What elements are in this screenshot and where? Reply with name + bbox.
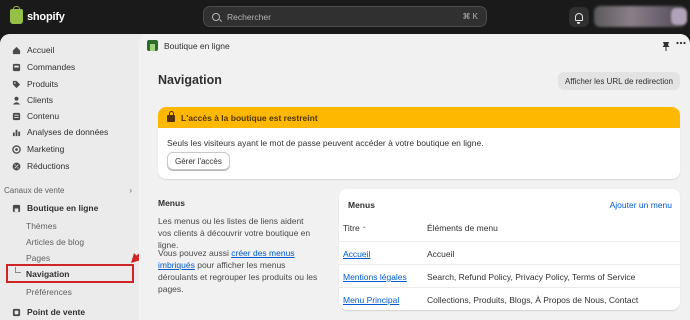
sort-icon: ⌃ xyxy=(361,227,367,233)
pos-icon xyxy=(12,308,21,317)
menu-title-link[interactable]: Menu Principal xyxy=(343,295,399,305)
search-input[interactable]: Rechercher ⌘ K xyxy=(203,6,487,27)
add-menu-link[interactable]: Ajouter un menu xyxy=(610,200,672,210)
menu-title-link[interactable]: Mentions légales xyxy=(343,272,407,282)
sidebar-item-label: Point de vente xyxy=(27,307,86,317)
menus-card-title: Menus xyxy=(348,200,375,210)
banner-header: L'accès à la boutique est restreint xyxy=(158,107,680,128)
store-icon xyxy=(12,204,21,213)
sidebar-item-label: Contenu xyxy=(27,111,60,121)
sidebar-item-analytics[interactable]: Analyses de données xyxy=(6,124,134,140)
top-bar: shopify Rechercher ⌘ K xyxy=(0,0,690,34)
menus-card: Menus Ajouter un menu Titre ⌃ Éléments de… xyxy=(339,189,680,310)
sidebar-item-discounts[interactable]: Réductions xyxy=(6,158,134,174)
brand-name: shopify xyxy=(27,10,65,23)
more-options-icon[interactable] xyxy=(676,38,686,51)
table-row[interactable]: Mentions légales Search, Refund Policy, … xyxy=(339,264,680,287)
note-text-start: Vous pouvez aussi xyxy=(158,248,232,258)
menus-section-note: Vous pouvez aussi créer des menus imbriq… xyxy=(158,247,318,295)
table-row[interactable]: Accueil Accueil xyxy=(339,241,680,264)
pin-icon[interactable] xyxy=(662,41,670,53)
manage-access-button[interactable]: Gérer l'accès xyxy=(167,152,230,170)
menus-section-title: Menus xyxy=(158,198,185,208)
sidebar-item-customers[interactable]: Clients xyxy=(6,92,134,108)
search-icon xyxy=(212,12,220,21)
search-placeholder: Rechercher xyxy=(227,11,271,22)
banner-text: Seuls les visiteurs ayant le mot de pass… xyxy=(167,138,484,148)
column-header-label: Titre xyxy=(343,223,360,233)
menu-items-cell: Search, Refund Policy, Privacy Policy, T… xyxy=(427,272,636,282)
sidebar-subitem-preferences[interactable]: Préférences xyxy=(26,284,72,299)
shopify-bag-icon xyxy=(10,6,23,24)
sidebar-item-point-of-sale[interactable]: Point de vente xyxy=(6,304,134,320)
inbox-icon xyxy=(12,63,21,72)
admin-panel: Accueil Commandes Produits Clients Conte… xyxy=(0,34,690,320)
sidebar-item-marketing[interactable]: Marketing xyxy=(6,141,134,157)
sidebar-item-label: Commandes xyxy=(27,62,76,72)
highlight-box xyxy=(6,264,134,283)
shopify-logo[interactable]: shopify xyxy=(10,6,65,24)
sidebar-item-label: Boutique en ligne xyxy=(27,203,99,213)
restricted-access-banner: L'accès à la boutique est restreint Seul… xyxy=(158,107,680,179)
notifications-button[interactable] xyxy=(569,7,589,27)
sidebar-item-label: Marketing xyxy=(27,144,65,154)
column-header-title[interactable]: Titre ⌃ xyxy=(343,223,367,233)
menu-title-link[interactable]: Accueil xyxy=(343,249,370,259)
banner-title: L'accès à la boutique est restreint xyxy=(181,112,318,123)
breadcrumb-label: Boutique en ligne xyxy=(164,40,230,51)
sidebar-subitem-blog-posts[interactable]: Articles de blog xyxy=(26,234,84,249)
sidebar-item-label: Accueil xyxy=(27,45,55,55)
main-content: Boutique en ligne Navigation Afficher le… xyxy=(139,34,690,320)
sidebar-subitem-themes[interactable]: Thèmes xyxy=(26,218,57,233)
column-header-items: Éléments de menu xyxy=(427,223,498,233)
search-shortcut: ⌘ K xyxy=(462,12,478,21)
page-title: Navigation xyxy=(158,73,222,87)
sidebar-item-label: Produits xyxy=(27,79,59,89)
sidebar-item-orders[interactable]: Commandes xyxy=(6,59,134,75)
home-icon xyxy=(12,46,21,55)
avatar[interactable] xyxy=(671,8,687,25)
sidebar-item-label: Analyses de données xyxy=(27,127,109,137)
person-icon xyxy=(12,96,21,105)
target-icon xyxy=(12,144,21,154)
menus-section-description: Les menus ou les listes de liens aident … xyxy=(158,216,311,250)
menu-items-cell: Collections, Produits, Blogs, À Propos d… xyxy=(427,295,639,305)
sidebar-item-online-store[interactable]: Boutique en ligne xyxy=(6,200,134,216)
sidebar-subitem-pages[interactable]: Pages xyxy=(26,250,50,265)
table-row[interactable]: Menu Principal Collections, Produits, Bl… xyxy=(339,287,680,310)
sidebar: Accueil Commandes Produits Clients Conte… xyxy=(0,34,139,320)
sidebar-item-products[interactable]: Produits xyxy=(6,76,134,92)
breadcrumb[interactable]: Boutique en ligne xyxy=(147,40,230,51)
menu-items-cell: Accueil xyxy=(427,249,455,259)
sidebar-item-label: Clients xyxy=(27,95,53,105)
bell-icon xyxy=(575,13,583,24)
sales-channels-label: Canaux de vente xyxy=(4,186,65,195)
tag-icon xyxy=(12,80,21,89)
sidebar-item-content[interactable]: Contenu xyxy=(6,108,134,124)
content-icon xyxy=(12,112,21,121)
show-redirects-button[interactable]: Afficher les URL de redirection xyxy=(557,72,680,90)
online-store-icon xyxy=(147,40,158,51)
chevron-right-icon: › xyxy=(129,186,132,195)
lock-icon xyxy=(167,111,175,122)
sidebar-item-home[interactable]: Accueil xyxy=(6,42,134,58)
sidebar-item-label: Réductions xyxy=(27,161,70,171)
sales-channels-header[interactable]: Canaux de vente › xyxy=(4,186,132,195)
discount-icon xyxy=(12,162,21,171)
chart-icon xyxy=(12,128,21,137)
